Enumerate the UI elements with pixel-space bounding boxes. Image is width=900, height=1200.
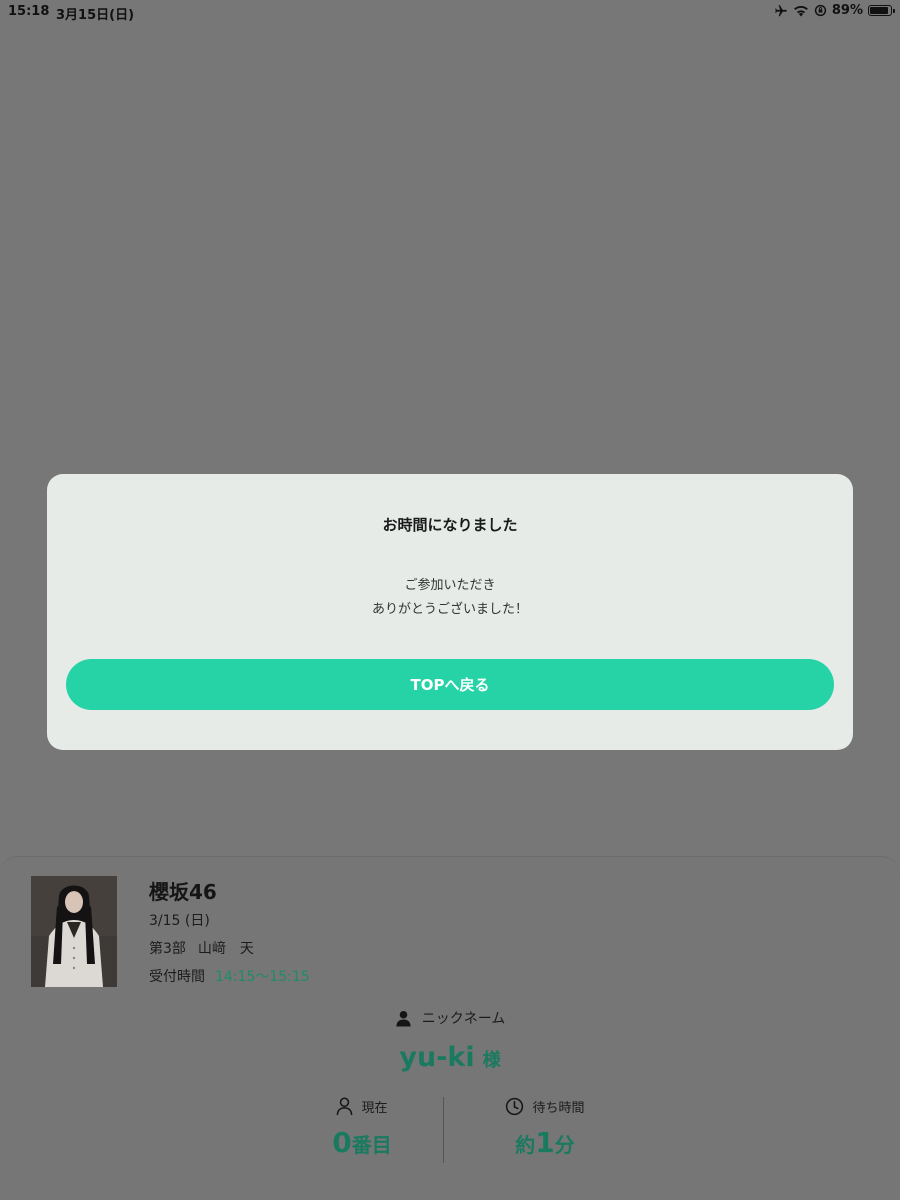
nickname-value: yu-ki	[399, 1042, 475, 1073]
reception-row: 受付時間 14:15〜15:15	[149, 966, 310, 986]
status-date: 3月15日(日)	[56, 8, 135, 23]
wait-time-label-row: 待ち時間	[445, 1097, 645, 1116]
reception-label: 受付時間	[149, 969, 205, 985]
reception-time: 14:15〜15:15	[215, 969, 310, 985]
clock-icon	[505, 1097, 524, 1116]
wait-time-value: 約1分	[445, 1126, 645, 1159]
wait-time-unit: 分	[554, 1133, 575, 1157]
dialog-message: ご参加いただき ありがとうございました！	[47, 574, 853, 622]
current-position-label: 現在	[361, 1101, 388, 1116]
nickname-label: ニックネーム	[421, 1011, 506, 1027]
orientation-lock-icon	[814, 4, 827, 17]
queue-stats: 現在 0番目 待ち時間 約1分	[0, 1097, 900, 1163]
dialog-message-line-1: ご参加いただき	[404, 578, 496, 593]
nickname-honorific: 様	[482, 1050, 501, 1071]
session-row: 第3部 山﨑 天	[149, 938, 254, 958]
airplane-icon	[774, 4, 788, 18]
current-position-label-row: 現在	[262, 1097, 462, 1116]
dialog-title: お時間になりました	[382, 516, 518, 534]
status-indicators: 89%	[774, 3, 895, 18]
wait-time-prefix: 約	[515, 1133, 536, 1157]
battery-icon	[868, 5, 895, 16]
wait-time-number: 1	[535, 1126, 555, 1159]
wait-time-label: 待ち時間	[532, 1101, 585, 1116]
member-photo	[31, 876, 117, 987]
dialog-message-line-2: ありがとうございました！	[371, 602, 528, 617]
battery-cap	[893, 8, 895, 13]
current-position-value: 0番目	[262, 1126, 462, 1159]
status-bar: 15:18 3月15日(日) 89%	[0, 0, 900, 24]
session-label: 第3部	[149, 941, 186, 957]
group-name: 櫻坂46	[149, 880, 217, 904]
battery-level-fill	[870, 7, 888, 14]
current-position-unit: 番目	[351, 1133, 392, 1157]
battery-percent: 89%	[831, 3, 863, 18]
ticket-panel: 櫻坂46 3/15 (日) 第3部 山﨑 天 受付時間 14:15〜15:15 …	[0, 856, 900, 1200]
wifi-icon	[793, 5, 809, 17]
status-time: 15:18	[8, 4, 50, 19]
nickname-label-row: ニックネーム	[0, 1008, 900, 1028]
nickname-value-row: yu-ki 様	[0, 1042, 900, 1073]
event-date: 3/15 (日)	[149, 913, 210, 929]
current-position-block: 現在 0番目	[262, 1097, 462, 1159]
member-name: 山﨑 天	[197, 941, 254, 957]
session-ended-dialog: お時間になりました ご参加いただき ありがとうございました！ TOPへ戻る	[47, 474, 853, 750]
wait-time-block: 待ち時間 約1分	[445, 1097, 645, 1159]
back-to-top-button[interactable]: TOPへ戻る	[66, 659, 834, 710]
person-filled-icon	[395, 1010, 412, 1027]
current-position-number: 0	[332, 1126, 352, 1159]
person-outline-icon	[336, 1097, 353, 1116]
stats-divider	[443, 1097, 444, 1163]
